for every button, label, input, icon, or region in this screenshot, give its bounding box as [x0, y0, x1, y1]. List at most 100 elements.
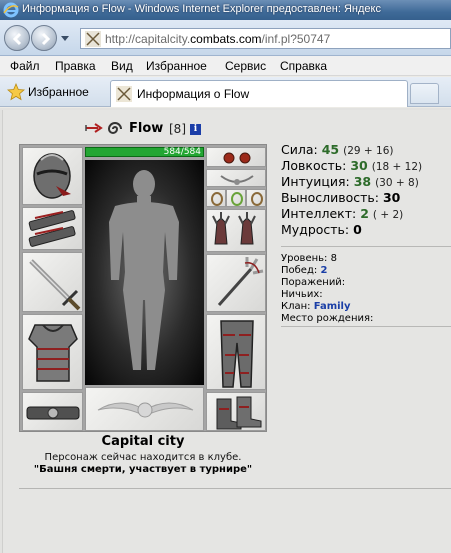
- stat-value: 45: [321, 142, 340, 157]
- stat-intuition: Интуиция: 38 (30 + 8): [281, 174, 451, 190]
- stat-label: Выносливость:: [281, 190, 379, 205]
- city-name: Capital city: [101, 434, 185, 449]
- page-body: Flow [8] i 584/584 Capital city Персонаж…: [2, 110, 451, 553]
- detail-label: Побед:: [281, 265, 318, 276]
- menu-edit[interactable]: Правка: [55, 59, 96, 73]
- hp-bar: 584/584: [85, 147, 204, 157]
- details-panel: Уровень: 8 Побед: 2 Поражений: Ничьих: К…: [281, 253, 451, 325]
- stat-value: 30: [382, 190, 401, 205]
- detail-draws: Ничьих:: [281, 289, 451, 301]
- helmet-slot[interactable]: [22, 147, 83, 205]
- forward-button[interactable]: [31, 25, 57, 51]
- belt-icon: [26, 406, 80, 420]
- character-name: Flow: [129, 121, 164, 136]
- stat-label: Мудрость:: [281, 222, 350, 237]
- menu-favorites[interactable]: Избранное: [146, 59, 207, 73]
- character-level-badge: [8]: [169, 122, 186, 136]
- detail-label: Поражений:: [281, 277, 346, 288]
- url-prefix: http://capitalcity.: [105, 32, 191, 46]
- belt-slot[interactable]: [22, 392, 83, 431]
- armor-slot[interactable]: [22, 314, 83, 390]
- earrings-slot[interactable]: [206, 147, 266, 167]
- site-favicon-icon: [85, 31, 101, 47]
- emblem-slot: [85, 387, 204, 431]
- url-domain: combats.com: [190, 32, 262, 46]
- leggings-icon: [220, 320, 254, 388]
- address-toolbar: http://capitalcity.combats.com/inf.pl?50…: [0, 20, 451, 56]
- favorites-label: Избранное: [28, 85, 89, 99]
- stat-extra: ( + 2): [372, 209, 404, 221]
- detail-birthplace: Место рождения:: [281, 313, 451, 325]
- stat-intellect: Интеллект: 2 ( + 2): [281, 206, 451, 222]
- weapon-right-slot[interactable]: [206, 254, 266, 312]
- tab-active[interactable]: Информация о Flow: [110, 80, 408, 107]
- stats-divider: [281, 246, 451, 247]
- helmet-icon: [33, 153, 71, 199]
- chest-armor-icon: [28, 324, 78, 382]
- character-silhouette: [85, 160, 204, 385]
- star-icon: [7, 83, 25, 101]
- favorites-button[interactable]: Избранное: [4, 81, 104, 103]
- window-titlebar: Информация о Flow - Windows Internet Exp…: [0, 0, 451, 20]
- earrings-icon: [223, 152, 251, 164]
- menu-view[interactable]: Вид: [111, 59, 133, 73]
- detail-clan: Клан: Family: [281, 301, 451, 313]
- detail-label: Место рождения:: [281, 313, 374, 324]
- ie-logo-icon: [3, 2, 19, 18]
- menu-tools[interactable]: Сервис: [225, 59, 266, 73]
- boots-slot[interactable]: [206, 392, 266, 431]
- stat-label: Интеллект:: [281, 206, 357, 221]
- stat-label: Ловкость:: [281, 158, 347, 173]
- amulet-icon: [220, 175, 254, 185]
- detail-level: Уровень: 8: [281, 253, 451, 265]
- body-silhouette-icon: [109, 170, 179, 370]
- character-info-icon[interactable]: i: [190, 124, 201, 135]
- ring-slot-2[interactable]: [226, 189, 246, 207]
- bracers-slot[interactable]: [22, 207, 83, 250]
- detail-losses: Поражений:: [281, 277, 451, 289]
- window-title: Информация о Flow - Windows Internet Exp…: [22, 3, 381, 15]
- menu-bar: Файл Правка Вид Избранное Сервис Справка: [0, 56, 451, 76]
- menu-file[interactable]: Файл: [10, 59, 40, 73]
- url-path: /inf.pl?50747: [261, 32, 331, 46]
- new-tab-button[interactable]: [410, 83, 439, 104]
- address-field[interactable]: http://capitalcity.combats.com/inf.pl?50…: [80, 28, 451, 49]
- ring-slot-1[interactable]: [206, 189, 226, 207]
- stat-wisdom: Мудрость: 0: [281, 222, 451, 238]
- location-place: "Башня смерти, участвует в турнире": [33, 464, 253, 475]
- ring-slot-3[interactable]: [246, 189, 266, 207]
- winged-emblem-icon: [97, 402, 194, 418]
- menu-help[interactable]: Справка: [280, 59, 327, 73]
- gloves-slot[interactable]: [206, 209, 266, 252]
- leggings-slot[interactable]: [206, 314, 266, 390]
- location-status: Персонаж сейчас находится в клубе.: [44, 452, 242, 463]
- stats-panel: Сила: 45 (29 + 16) Ловкость: 30 (18 + 12…: [281, 142, 451, 238]
- back-button[interactable]: [4, 25, 30, 51]
- boots-icon: [216, 396, 262, 430]
- details-divider: [281, 326, 451, 327]
- bottom-divider: [19, 488, 451, 489]
- detail-label: Уровень:: [281, 253, 328, 264]
- gloves-icon: [212, 212, 256, 245]
- history-dropdown-icon[interactable]: [61, 34, 69, 42]
- stat-extra: (18 + 12): [371, 161, 423, 173]
- ring-icon: [231, 192, 243, 206]
- stat-endurance: Выносливость: 30: [281, 190, 451, 206]
- detail-label: Клан:: [281, 301, 311, 312]
- private-message-arrow-icon[interactable]: [85, 122, 103, 134]
- ring-icon: [251, 192, 263, 206]
- sword-icon: [29, 259, 81, 311]
- alignment-swirl-icon: [107, 122, 122, 134]
- stat-label: Сила:: [281, 142, 318, 157]
- site-tab-icon: [116, 86, 132, 102]
- stat-value: 0: [353, 222, 362, 237]
- amulet-slot[interactable]: [206, 169, 266, 187]
- detail-value: 8: [330, 253, 337, 264]
- bracers-icon: [28, 210, 76, 247]
- tabs-bar: Избранное Информация о Flow: [0, 77, 451, 107]
- stat-strength: Сила: 45 (29 + 16): [281, 142, 451, 158]
- weapon-left-slot[interactable]: [22, 252, 83, 312]
- clan-link[interactable]: Family: [314, 301, 351, 312]
- detail-label: Ничьих:: [281, 289, 323, 300]
- stat-extra: (30 + 8): [375, 177, 419, 189]
